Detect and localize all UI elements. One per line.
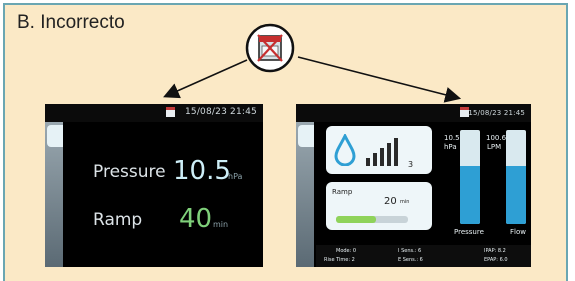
flow-caption: Flow — [510, 228, 526, 236]
status-datetime: 15/08/23 21:45 — [184, 107, 257, 117]
device-screen-main: 15/08/23 21:45 Pressure 10.5 hPa Ramp 40… — [45, 104, 263, 267]
signal-bars-icon — [366, 138, 398, 166]
home-tab-icon[interactable] — [298, 125, 314, 147]
ramp-unit: min — [213, 220, 229, 229]
ramp-value: 20 — [384, 196, 397, 207]
humidifier-tile[interactable]: 3 — [326, 126, 432, 174]
footer-rise-time: Rise Time: 2 — [324, 257, 355, 263]
settings-footer: Mode: 0 Rise Time: 2 I Sens.: 6 E Sens.:… — [316, 245, 531, 267]
flow-gauge-unit: LPM — [487, 143, 502, 151]
footer-e-sens: E Sens.: 6 — [398, 257, 423, 263]
footer-mode: Mode: 0 — [336, 248, 357, 254]
pressure-gauge-fill — [460, 165, 480, 224]
status-bar: 15/08/23 21:45 — [296, 104, 531, 122]
sd-card-icon — [166, 107, 175, 117]
footer-ipap: IPAP: 8.2 — [484, 248, 506, 254]
pressure-caption: Pressure — [454, 228, 484, 236]
status-bar: 15/08/23 21:45 — [45, 104, 263, 122]
device-screen-detail: 15/08/23 21:45 3 Ramp 20 min 10.5 hPa Pr… — [296, 104, 531, 267]
home-tab-icon[interactable] — [47, 125, 63, 147]
footer-epap: EPAP: 6.0 — [484, 257, 508, 263]
pressure-gauge-value: 10.5 — [444, 134, 460, 142]
pressure-gauge — [460, 130, 480, 224]
warning-crossed-device-icon — [245, 23, 295, 73]
level-value: 3 — [408, 160, 414, 169]
ramp-label: Ramp — [93, 210, 143, 230]
status-datetime: 15/08/23 21:45 — [468, 109, 525, 117]
pressure-gauge-unit: hPa — [444, 143, 457, 151]
pressure-value: 10.5 — [173, 156, 231, 186]
ramp-value: 40 — [179, 204, 213, 234]
flow-gauge — [506, 130, 526, 224]
ramp-progress-track — [336, 216, 408, 223]
ramp-progress-fill — [336, 216, 376, 223]
ramp-tile[interactable]: Ramp 20 min — [326, 182, 432, 230]
water-drop-icon — [334, 134, 356, 166]
footer-i-sens: I Sens.: 6 — [398, 248, 422, 254]
pressure-label: Pressure — [93, 162, 166, 182]
ramp-label: Ramp — [332, 188, 353, 196]
section-heading: B. Incorrecto — [17, 12, 125, 33]
flow-gauge-value: 100.6 — [486, 134, 507, 142]
pressure-unit: hPa — [228, 172, 243, 181]
ramp-unit: min — [400, 199, 410, 205]
flow-gauge-fill — [506, 165, 526, 224]
